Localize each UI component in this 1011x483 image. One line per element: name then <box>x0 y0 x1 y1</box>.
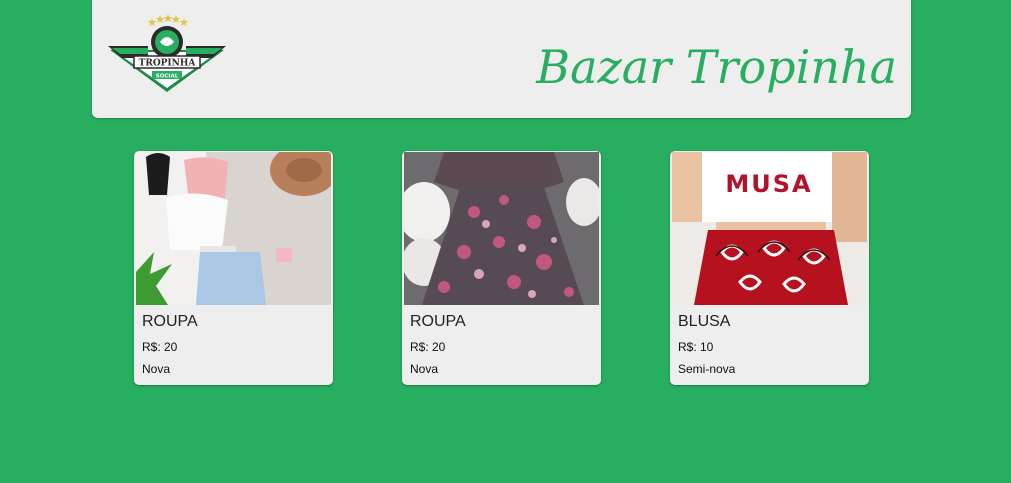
svg-text:TROPINHA: TROPINHA <box>139 59 197 69</box>
site-header: TROPINHA SOCIAL Bazar Tropinha <box>92 0 911 118</box>
product-price: R$: 10 <box>678 340 714 354</box>
product-card[interactable]: MUSA BLUSA R$: 10 Semi-nova <box>670 151 869 385</box>
product-name: ROUPA <box>142 313 198 330</box>
tropinha-social-logo[interactable]: TROPINHA SOCIAL <box>108 12 226 94</box>
product-name: ROUPA <box>410 313 466 330</box>
svg-text:MUSA: MUSA <box>725 170 812 198</box>
svg-text:SOCIAL: SOCIAL <box>156 74 179 80</box>
product-image[interactable]: MUSA <box>672 152 867 305</box>
product-price: R$: 20 <box>410 340 446 354</box>
product-image[interactable] <box>136 152 331 305</box>
product-card[interactable]: ROUPA R$: 20 Nova <box>134 151 333 385</box>
product-price: R$: 20 <box>142 340 178 354</box>
product-card[interactable]: ROUPA R$: 20 Nova <box>402 151 601 385</box>
product-condition: Semi-nova <box>678 362 736 376</box>
product-condition: Nova <box>410 362 439 376</box>
product-image[interactable] <box>404 152 599 305</box>
site-title: Bazar Tropinha <box>536 40 897 94</box>
product-name: BLUSA <box>678 313 731 330</box>
product-condition: Nova <box>142 362 171 376</box>
